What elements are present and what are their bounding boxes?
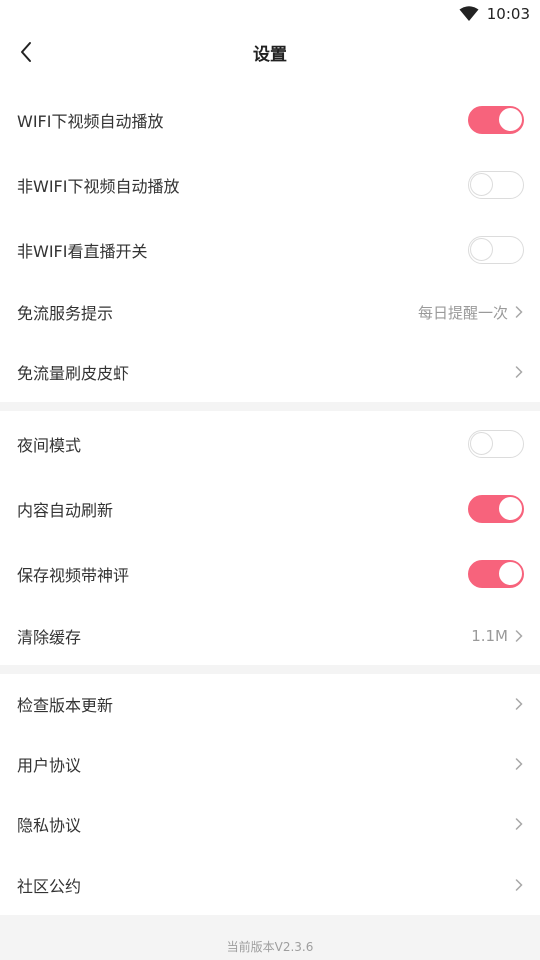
chevron-right-icon bbox=[514, 817, 524, 831]
row-free-data-pipi[interactable]: 免流量刷皮皮虾 bbox=[0, 342, 540, 402]
row-label: 内容自动刷新 bbox=[17, 500, 114, 520]
toggle-knob bbox=[499, 496, 522, 520]
row-label: 清除缓存 bbox=[17, 627, 82, 647]
row-label: 非WIFI下视频自动播放 bbox=[17, 176, 180, 196]
row-label: 免流量刷皮皮虾 bbox=[17, 364, 130, 383]
row-label: WIFI下视频自动播放 bbox=[17, 111, 164, 131]
row-label: 保存视频带神评 bbox=[17, 565, 130, 585]
settings-section-playback: WIFI下视频自动播放 非WIFI下视频自动播放 非WIFI看直播开关 免流服务… bbox=[0, 87, 540, 402]
chevron-right-icon bbox=[514, 697, 524, 711]
back-arrow-icon[interactable] bbox=[12, 38, 40, 66]
non-wifi-autoplay-toggle[interactable] bbox=[468, 170, 524, 199]
section-divider bbox=[0, 402, 540, 411]
status-bar: 10:03 bbox=[0, 0, 540, 28]
chevron-right-icon bbox=[514, 757, 524, 771]
row-non-wifi-autoplay: 非WIFI下视频自动播放 bbox=[0, 152, 540, 217]
section-divider bbox=[0, 665, 540, 674]
wifi-icon bbox=[459, 6, 479, 22]
row-value: 每日提醒一次 bbox=[417, 303, 508, 322]
footer: 当前版本V2.3.6 bbox=[0, 915, 540, 955]
row-label: 夜间模式 bbox=[17, 435, 82, 455]
row-community-rules[interactable]: 社区公约 bbox=[0, 854, 540, 915]
chevron-right-icon bbox=[514, 878, 524, 892]
settings-section-display: 夜间模式 内容自动刷新 保存视频带神评 清除缓存 1.1M bbox=[0, 411, 540, 665]
row-privacy-policy[interactable]: 隐私协议 bbox=[0, 794, 540, 854]
row-wifi-autoplay: WIFI下视频自动播放 bbox=[0, 87, 540, 152]
row-clear-cache[interactable]: 清除缓存 1.1M bbox=[0, 606, 540, 665]
row-check-update[interactable]: 检查版本更新 bbox=[0, 674, 540, 734]
nav-bar: 设置 bbox=[0, 28, 540, 76]
app-version: 当前版本V2.3.6 bbox=[226, 940, 314, 954]
row-save-with-comments: 保存视频带神评 bbox=[0, 541, 540, 606]
row-non-wifi-live: 非WIFI看直播开关 bbox=[0, 217, 540, 282]
toggle-knob bbox=[470, 172, 493, 196]
save-with-comments-toggle[interactable] bbox=[468, 559, 524, 588]
night-mode-toggle[interactable] bbox=[468, 429, 524, 458]
row-label: 隐私协议 bbox=[17, 816, 82, 835]
row-value: 1.1M bbox=[471, 626, 508, 645]
toggle-knob bbox=[470, 431, 493, 455]
wifi-autoplay-toggle[interactable] bbox=[468, 105, 524, 134]
auto-refresh-toggle[interactable] bbox=[468, 494, 524, 523]
spacer bbox=[0, 76, 540, 87]
non-wifi-live-toggle[interactable] bbox=[468, 235, 524, 264]
row-label: 免流服务提示 bbox=[17, 304, 114, 323]
status-time: 10:03 bbox=[486, 5, 530, 23]
row-auto-refresh: 内容自动刷新 bbox=[0, 476, 540, 541]
row-night-mode: 夜间模式 bbox=[0, 411, 540, 476]
chevron-right-icon bbox=[514, 305, 524, 319]
row-free-data-hint[interactable]: 免流服务提示 每日提醒一次 bbox=[0, 282, 540, 342]
page-title: 设置 bbox=[253, 44, 287, 65]
row-label: 社区公约 bbox=[17, 876, 82, 896]
chevron-right-icon bbox=[514, 365, 524, 379]
chevron-right-icon bbox=[514, 629, 524, 643]
toggle-knob bbox=[499, 561, 522, 585]
toggle-knob bbox=[499, 107, 522, 131]
settings-section-about: 检查版本更新 用户协议 隐私协议 社区公约 bbox=[0, 674, 540, 915]
row-user-agreement[interactable]: 用户协议 bbox=[0, 734, 540, 794]
row-label: 检查版本更新 bbox=[17, 696, 114, 715]
row-label: 非WIFI看直播开关 bbox=[17, 241, 148, 261]
row-label: 用户协议 bbox=[17, 756, 82, 775]
toggle-knob bbox=[470, 237, 493, 261]
